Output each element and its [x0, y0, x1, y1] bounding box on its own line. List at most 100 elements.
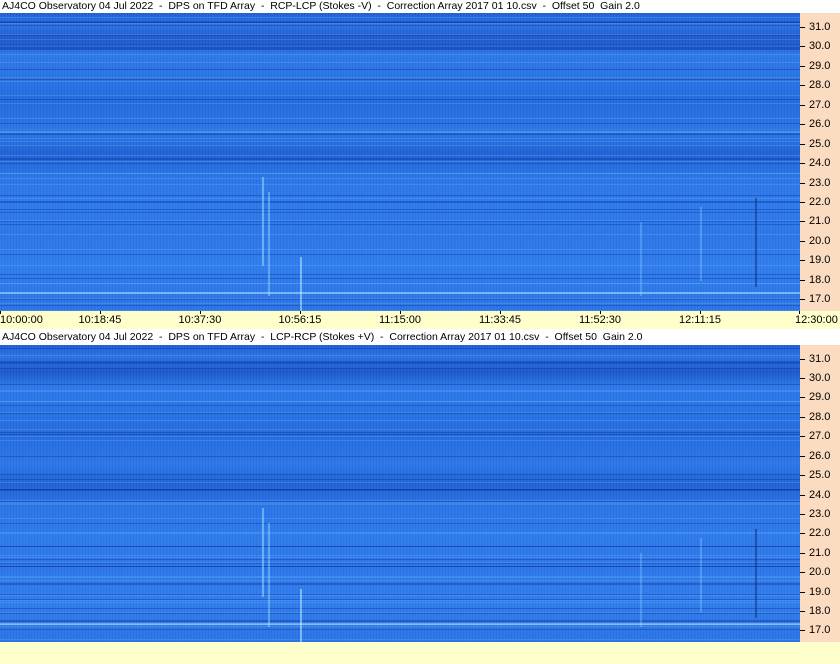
y-tick-label: 19.0 [809, 585, 831, 598]
y-tick [800, 552, 805, 554]
noise-line [0, 81, 800, 82]
noise-line [0, 563, 800, 564]
noise-line [0, 173, 800, 174]
noise-line [0, 254, 800, 255]
noise-line [0, 69, 800, 70]
noise-line [0, 490, 800, 491]
y-tick [800, 475, 805, 477]
noise-line [0, 430, 800, 431]
noise-line [0, 25, 800, 26]
y-tick-label: 24.0 [809, 488, 831, 501]
y-tick-label: 31.0 [809, 20, 831, 33]
y-tick [800, 221, 805, 223]
y-tick [800, 240, 805, 242]
noise-line [0, 482, 800, 483]
y-tick-label: 19.0 [809, 254, 831, 267]
y-tick-label: 20.0 [809, 566, 831, 579]
noise-line [0, 595, 800, 596]
noise-line [0, 412, 800, 413]
noise-line [0, 134, 800, 135]
noise-line [0, 600, 800, 601]
noise-line [0, 159, 800, 160]
noise-line [0, 155, 800, 156]
y-tick-label: 22.0 [809, 527, 831, 540]
noise-line [0, 434, 800, 435]
noise-line [0, 95, 800, 96]
noise-line [0, 391, 800, 392]
y-tick-label: 26.0 [809, 118, 831, 130]
noise-line [0, 47, 800, 48]
noise-line [0, 599, 800, 600]
y-tick [800, 513, 805, 515]
noise-line [0, 384, 800, 385]
y-tick-label: 27.0 [809, 98, 831, 111]
x-tick-label: 10:56:15 [278, 314, 322, 326]
burst-streak [268, 523, 270, 628]
noise-line [0, 184, 800, 185]
noise-line [0, 17, 800, 18]
y-tick-label: 25.0 [809, 137, 831, 150]
noise-line [0, 602, 800, 603]
y-tick [800, 85, 805, 87]
noise-line [0, 608, 800, 609]
noise-line [0, 523, 800, 524]
x-tick-label: 10:37:30 [178, 314, 222, 326]
noise-line [0, 163, 800, 164]
noise-line [0, 629, 800, 630]
y-tick [800, 378, 805, 379]
x-tick-label: 10:00:00 [0, 314, 43, 326]
noise-line [0, 518, 800, 519]
noise-line [0, 501, 800, 502]
noise-line [0, 103, 800, 104]
y-tick-label: 24.0 [809, 157, 831, 169]
y-tick [800, 182, 805, 184]
noise-line [0, 639, 800, 640]
noise-line [0, 209, 800, 210]
y-tick [800, 397, 805, 399]
y-tick-label: 17.0 [809, 624, 831, 637]
y-tick [800, 533, 805, 535]
noise-line [0, 67, 800, 68]
noise-line [0, 198, 800, 199]
y-tick [800, 143, 805, 145]
y-tick [800, 572, 805, 574]
noise-line [0, 39, 800, 40]
noise-line [0, 479, 800, 480]
frequency-axis-2: 31.0 30.0 29.0 28.0 27.0 26.0 25.0 24.0 23.0 22.0… [800, 345, 840, 642]
x-tick-label: 12:30:00 [795, 314, 838, 326]
noise-line [0, 503, 800, 504]
y-tick [800, 591, 805, 593]
noise-line [0, 620, 800, 621]
y-tick [800, 358, 805, 360]
noise-line [0, 274, 800, 275]
noise-line [0, 432, 800, 433]
y-tick-label: 23.0 [809, 507, 831, 520]
y-tick [800, 201, 805, 203]
y-tick-label: 18.0 [809, 273, 831, 286]
noise-line [0, 363, 800, 364]
burst-streak [262, 176, 264, 267]
spectrogram-1-background [0, 13, 800, 311]
y-tick-label: 31.0 [809, 352, 831, 365]
noise-line [0, 234, 800, 235]
y-tick [800, 163, 805, 164]
noise-line [0, 78, 800, 79]
y-tick-label: 25.0 [809, 469, 831, 482]
y-tick-label: 20.0 [809, 234, 831, 247]
y-tick [800, 26, 805, 28]
x-tick-label: 11:33:45 [479, 314, 522, 326]
noise-line [0, 99, 800, 100]
noise-line [0, 348, 800, 349]
x-tick-label: 10:18:45 [78, 314, 122, 326]
y-tick-label: 28.0 [809, 79, 831, 92]
y-tick-label: 21.0 [809, 215, 831, 228]
noise-line [0, 133, 800, 134]
noise-line [0, 249, 800, 250]
noise-line [0, 161, 800, 162]
y-tick [800, 630, 805, 632]
noise-line [0, 555, 800, 556]
noise-line [0, 138, 800, 139]
y-tick-label: 30.0 [809, 372, 831, 384]
burst-streak [268, 191, 270, 297]
y-tick-label: 29.0 [809, 391, 831, 404]
